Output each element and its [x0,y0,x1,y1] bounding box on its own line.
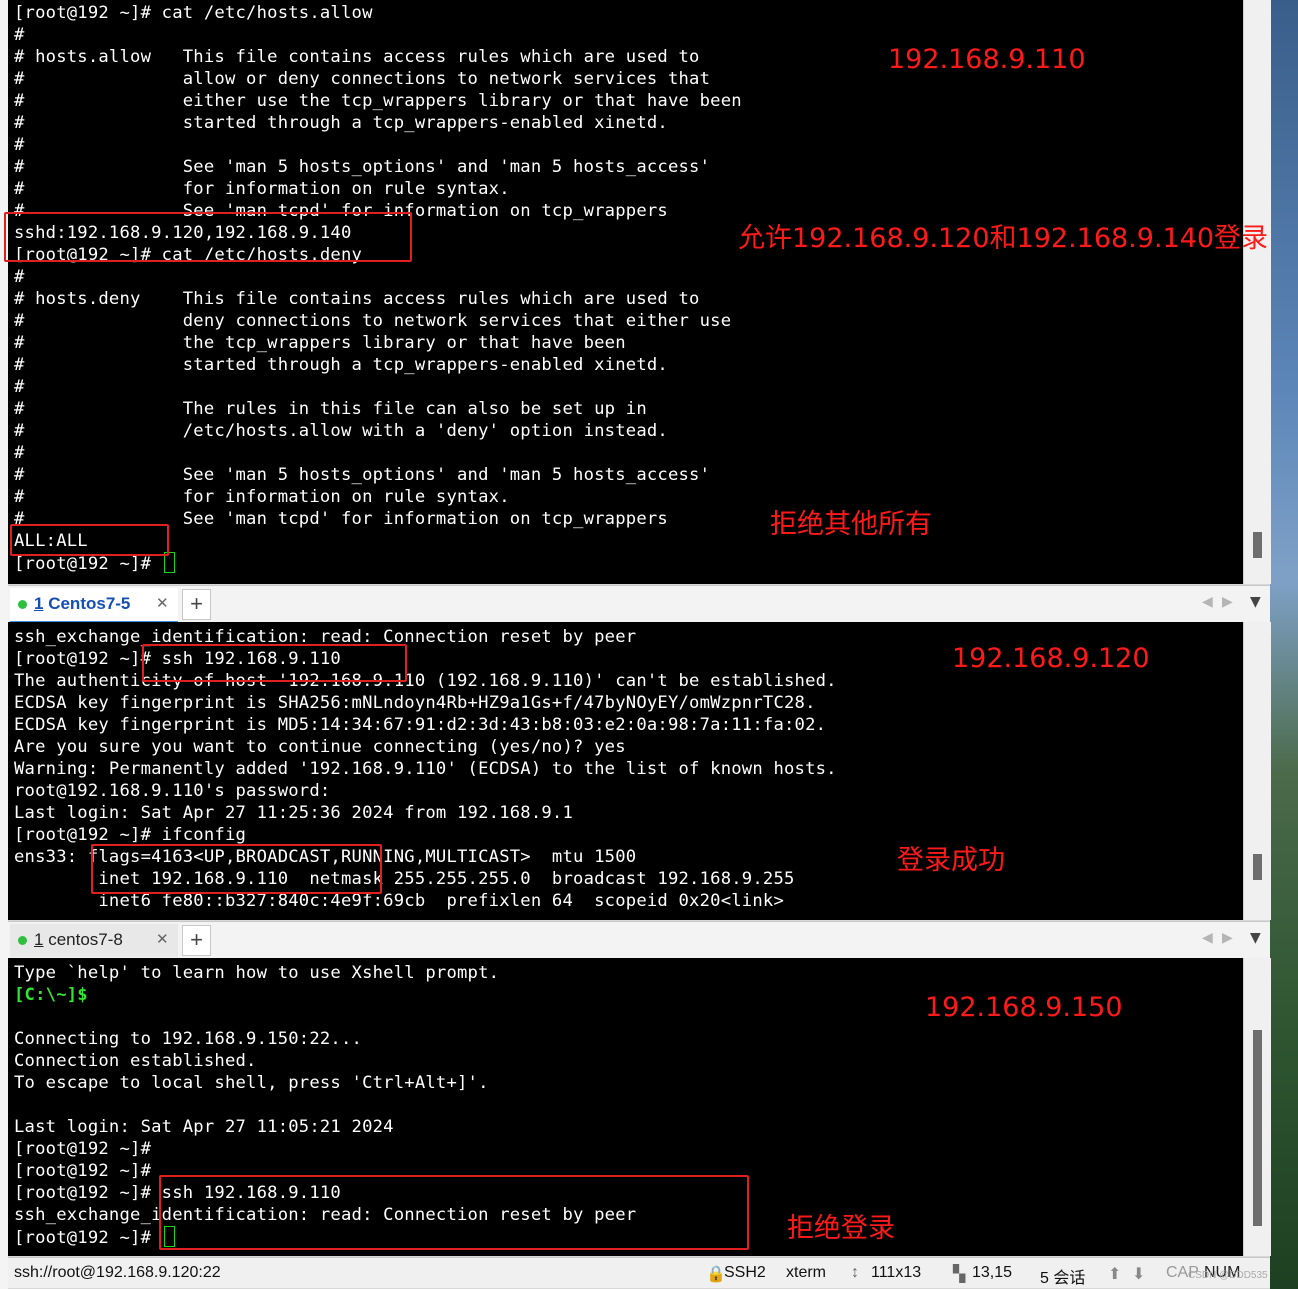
terminal-line: Warning: Permanently added '192.168.9.11… [14,759,837,779]
terminal-line: # [14,25,25,45]
scrollbar-thumb[interactable] [1253,854,1262,880]
lock-icon: 🔒 [706,1266,726,1283]
terminal-line: Type `help' to learn how to use Xshell p… [14,963,500,983]
terminal-line: root@192.168.9.110's password: [14,781,331,801]
terminal-line: ECDSA key fingerprint is SHA256:mNLndoyn… [14,693,816,713]
scrollbar-middle[interactable] [1243,622,1271,920]
close-icon[interactable]: ✕ [156,594,169,612]
tab-label: 1 Centos7-5 [34,594,131,613]
terminal-line: Last login: Sat Apr 27 11:05:21 2024 [14,1117,394,1137]
terminal-line: [root@192 ~]# [14,1139,152,1159]
arrow-down-icon[interactable]: ⬇ [1132,1264,1145,1284]
session-count: 5 会话 [1040,1270,1086,1287]
annotation-login-denied: 拒绝登录 [787,1213,895,1244]
terminal-line: Last login: Sat Apr 27 11:25:36 2024 fro… [14,803,574,823]
highlight-deny-rule [10,524,169,556]
resize-icon: ↕ [851,1264,859,1281]
terminal-line: # See 'man 5 hosts_options' and 'man 5 h… [14,157,711,177]
add-tab-button[interactable]: + [182,925,211,956]
watermark: CSDN @DDD535 [1188,1270,1268,1281]
terminal-line: # [14,377,25,397]
terminal-line: # hosts.allow This file contains access … [14,47,700,67]
scrollbar-top[interactable] [1243,0,1271,584]
terminal-line: # See 'man 5 hosts_options' and 'man 5 h… [14,465,711,485]
annotation-login-success: 登录成功 [897,845,1005,876]
cursor-icon: ▚ [953,1266,966,1283]
left-window-edge [0,0,8,1289]
tab-bar-bottom: 1 centos7-8 ✕ + ◀ ▶ ▼ [8,921,1270,960]
cursor-position: 13,15 [972,1264,1013,1281]
terminal-line: # [14,443,25,463]
terminal-line: # started through a tcp_wrappers-enabled… [14,355,668,375]
terminal-line: Connection established. [14,1051,257,1071]
connected-status-icon [18,600,27,609]
tab-menu-icon[interactable]: ▼ [1250,930,1261,946]
terminal-line: # hosts.deny This file contains access r… [14,289,700,309]
chevron-left-icon[interactable]: ◀ [1202,930,1213,946]
chevron-left-icon[interactable]: ◀ [1202,594,1213,610]
terminal-line: [root@192 ~]# [14,1161,152,1181]
terminal-line: ECDSA key fingerprint is MD5:14:34:67:91… [14,715,827,735]
tab-label: 1 centos7-8 [34,930,123,949]
tab-bar-middle: 1 Centos7-5 ✕ + ◀ ▶ ▼ [8,585,1270,624]
annotation-deny-others: 拒绝其他所有 [770,509,932,540]
scrollbar-thumb[interactable] [1253,532,1262,558]
tab-menu-icon[interactable]: ▼ [1250,594,1261,610]
terminal-line: The authenticity of host '192.168.9.110 … [14,671,837,691]
terminal-line: # started through a tcp_wrappers-enabled… [14,113,668,133]
terminal-line: Are you sure you want to continue connec… [14,737,626,757]
highlight-allow-rule [4,212,412,262]
chevron-right-icon[interactable]: ▶ [1222,930,1233,946]
terminal-line: [root@192 ~]# [14,1226,175,1249]
desktop-background [1270,0,1298,1289]
terminal-size: 111x13 [871,1264,922,1281]
connection-string: ssh://root@192.168.9.120:22 [14,1264,221,1281]
terminal-line: # [14,135,25,155]
terminal-line: # [14,267,25,287]
highlight-inet-address [91,844,382,894]
annotation-ip-150: 192.168.9.150 [925,992,1123,1023]
add-tab-button[interactable]: + [182,589,211,620]
terminal-pane-top[interactable]: [root@192 ~]# cat /etc/hosts.allow # # hos… [8,0,1243,584]
scrollbar-bottom[interactable] [1243,958,1271,1256]
terminal-line: # the tcp_wrappers library or that have … [14,333,626,353]
terminal-line: [root@192 ~]# cat /etc/hosts.allow [14,3,373,23]
chevron-right-icon[interactable]: ▶ [1222,594,1233,610]
local-shell-prompt: [C:\~]$ [14,985,88,1005]
terminal-line: # either use the tcp_wrappers library or… [14,91,742,111]
terminal-line: # /etc/hosts.allow with a 'deny' option … [14,421,668,441]
terminal-type: xterm [786,1264,826,1281]
protocol-label: SSH2 [724,1264,766,1281]
terminal-line: To escape to local shell, press 'Ctrl+Al… [14,1073,489,1093]
highlight-ssh-refused [159,1175,749,1250]
terminal-line: # deny connections to network services t… [14,311,732,331]
status-bar: ssh://root@192.168.9.120:22 🔒 SSH2 xterm… [8,1257,1270,1288]
highlight-ssh-command [142,644,407,682]
terminal-line: # The rules in this file can also be set… [14,399,647,419]
close-icon[interactable]: ✕ [156,930,169,948]
annotation-ip-110: 192.168.9.110 [888,44,1086,75]
annotation-ip-120: 192.168.9.120 [952,643,1150,674]
arrow-up-icon[interactable]: ⬆ [1108,1264,1121,1284]
tab-centos7-8[interactable]: 1 centos7-8 ✕ [10,924,178,957]
terminal-line: # for information on rule syntax. [14,487,510,507]
tab-centos7-5[interactable]: 1 Centos7-5 ✕ [10,588,178,624]
annotation-allow-note: 允许192.168.9.120和192.168.9.140登录 [738,223,1269,254]
scrollbar-thumb[interactable] [1253,1030,1262,1226]
terminal-line: # allow or deny connections to network s… [14,69,711,89]
connected-status-icon [18,936,27,945]
terminal-line: [root@192 ~]# ifconfig [14,825,247,845]
terminal-line: # for information on rule syntax. [14,179,510,199]
terminal-line: Connecting to 192.168.9.150:22... [14,1029,363,1049]
